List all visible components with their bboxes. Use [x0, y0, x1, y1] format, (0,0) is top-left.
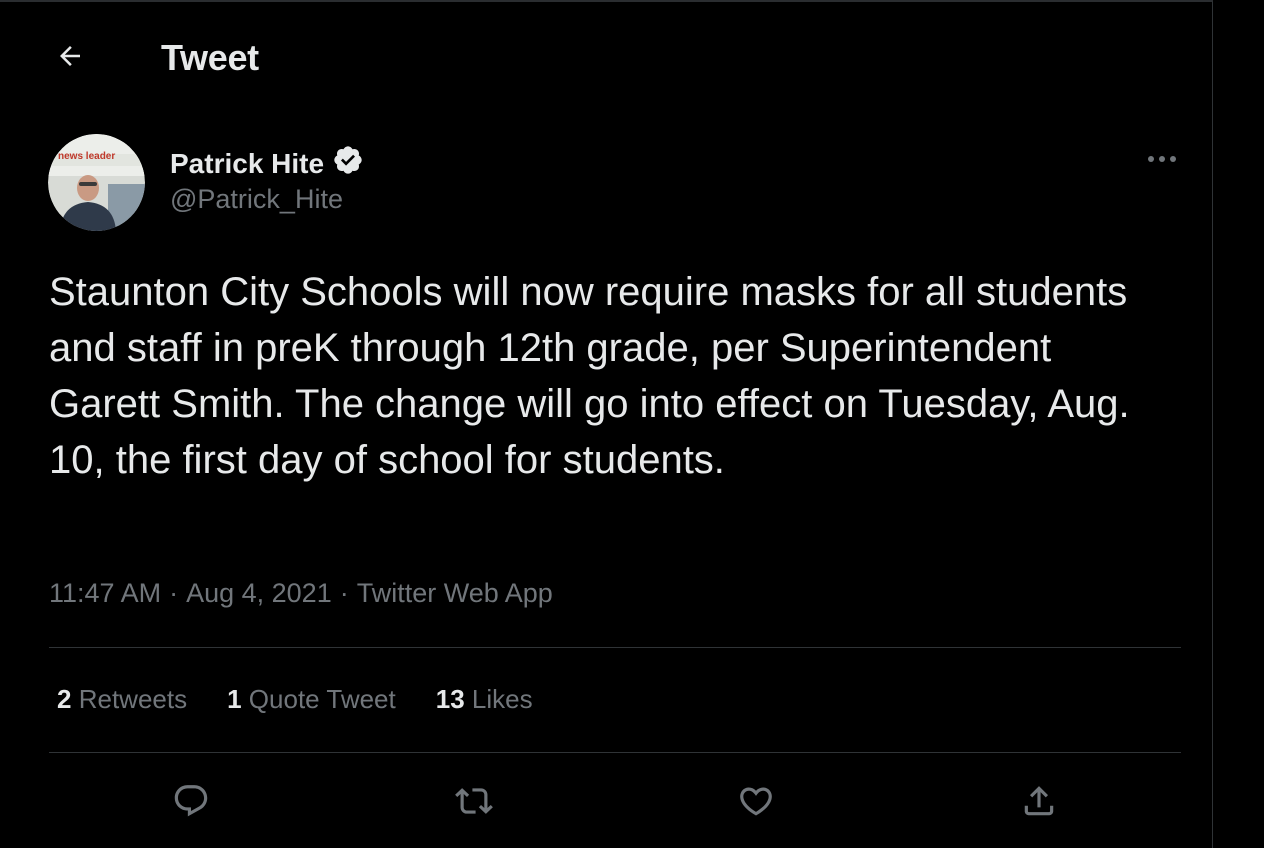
- header: Tweet: [0, 32, 1212, 84]
- author-handle[interactable]: @Patrick_Hite: [170, 184, 343, 215]
- more-horizontal-icon: [1146, 151, 1178, 169]
- likes-count: 13: [435, 684, 465, 714]
- tweet-detail-column: Tweet news leader Patrick Hite @Patrick_…: [0, 0, 1213, 848]
- arrow-left-icon: [55, 41, 85, 76]
- page-title: Tweet: [161, 37, 259, 78]
- quote-tweets-stat[interactable]: 1 Quote Tweet: [227, 684, 396, 715]
- divider: [49, 647, 1181, 648]
- divider: [49, 752, 1181, 753]
- like-button[interactable]: [731, 778, 781, 828]
- meta-separator: ·: [169, 578, 179, 608]
- back-button[interactable]: [48, 36, 92, 80]
- meta-separator: ·: [339, 578, 349, 608]
- retweets-label: Retweets: [78, 684, 188, 714]
- share-icon: [1020, 782, 1058, 825]
- likes-label: Likes: [471, 684, 533, 714]
- retweet-icon: [455, 782, 493, 825]
- reply-icon: [172, 782, 210, 825]
- quotes-count: 1: [227, 684, 242, 714]
- author-name[interactable]: Patrick Hite: [170, 144, 364, 183]
- tweet-source[interactable]: Twitter Web App: [357, 578, 553, 608]
- retweet-button[interactable]: [449, 778, 499, 828]
- like-icon: [737, 782, 775, 825]
- author-name-label: Patrick Hite: [170, 147, 325, 179]
- share-button[interactable]: [1014, 778, 1064, 828]
- tweet-meta: 11:47 AM · Aug 4, 2021 · Twitter Web App: [49, 578, 553, 609]
- avatar[interactable]: news leader: [48, 134, 145, 231]
- likes-stat[interactable]: 13 Likes: [436, 684, 533, 715]
- retweets-stat[interactable]: 2 Retweets: [57, 684, 187, 715]
- reply-button[interactable]: [166, 778, 216, 828]
- more-options-button[interactable]: [1140, 142, 1184, 178]
- retweets-count: 2: [57, 684, 72, 714]
- tweet-actions: [0, 778, 1212, 828]
- tweet-date[interactable]: Aug 4, 2021: [186, 578, 332, 608]
- avatar-logo-text: news leader: [58, 151, 115, 162]
- tweet-stats: 2 Retweets 1 Quote Tweet 13 Likes: [57, 684, 573, 715]
- quotes-label: Quote Tweet: [248, 684, 396, 714]
- verified-badge-icon: [332, 144, 364, 183]
- tweet-text: Staunton City Schools will now require m…: [49, 270, 1130, 482]
- tweet-time[interactable]: 11:47 AM: [49, 578, 161, 608]
